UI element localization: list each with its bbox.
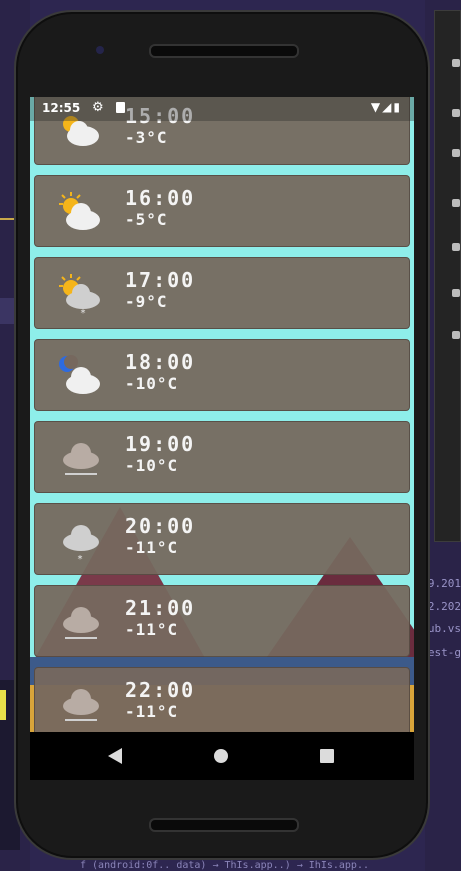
emulator-toolbar[interactable] bbox=[434, 10, 461, 542]
forecast-temp: -10°C bbox=[125, 456, 179, 475]
desktop-right-region: 9.201 2.202 ub.vs est-g bbox=[425, 0, 461, 871]
battery-icon: ▮ bbox=[393, 100, 402, 114]
forecast-time: 21:00 bbox=[125, 596, 196, 620]
forecast-temp: -11°C bbox=[125, 620, 179, 639]
phone-screen: 12:55 ⚙ ▼◢▮ 15:00 -3°C 16:00 -5°C * 17:0… bbox=[30, 97, 414, 780]
forecast-card[interactable]: * 17:00 -9°C bbox=[34, 257, 410, 329]
desktop-text-4: est-g bbox=[427, 646, 461, 659]
desktop-text-3: ub.vs bbox=[427, 622, 461, 635]
signal-icon: ◢ bbox=[382, 100, 394, 114]
forecast-card[interactable]: 19:00 -10°C bbox=[34, 421, 410, 493]
fog-icon bbox=[63, 689, 99, 721]
forecast-temp: -5°C bbox=[125, 210, 168, 229]
desktop-highlight-mark bbox=[0, 690, 6, 720]
forecast-card[interactable]: * 20:00 -11°C bbox=[34, 503, 410, 575]
home-icon[interactable] bbox=[214, 749, 228, 763]
forecast-time: 16:00 bbox=[125, 186, 196, 210]
forecast-time: 19:00 bbox=[125, 432, 196, 456]
forecast-time: 17:00 bbox=[125, 268, 196, 292]
forecast-time: 22:00 bbox=[125, 678, 196, 702]
recents-icon[interactable] bbox=[320, 749, 334, 763]
toolbar-volume-icon[interactable] bbox=[452, 109, 460, 117]
toolbar-rotate-icon[interactable] bbox=[452, 199, 460, 207]
svg-text:*: * bbox=[77, 554, 83, 564]
status-indicators: ▼◢▮ bbox=[371, 100, 402, 114]
toolbar-power-icon[interactable] bbox=[452, 59, 460, 67]
toolbar-back-icon[interactable] bbox=[452, 331, 460, 339]
moon-cloud-icon bbox=[59, 355, 100, 394]
toolbar-screenshot-icon[interactable] bbox=[452, 243, 460, 251]
navigation-bar bbox=[30, 732, 414, 780]
forecast-time: 18:00 bbox=[125, 350, 196, 374]
back-icon[interactable] bbox=[108, 748, 122, 764]
toolbar-volume-down-icon[interactable] bbox=[452, 149, 460, 157]
forecast-temp: -3°C bbox=[125, 128, 168, 147]
desktop-text-1: 9.201 bbox=[427, 577, 461, 590]
forecast-temp: -10°C bbox=[125, 374, 179, 393]
forecast-list[interactable]: 15:00 -3°C 16:00 -5°C * 17:00 -9°C 18:00… bbox=[30, 97, 414, 780]
forecast-card[interactable]: 22:00 -11°C bbox=[34, 667, 410, 739]
toolbar-zoom-icon[interactable] bbox=[452, 289, 460, 297]
status-bar: 12:55 ⚙ ▼◢▮ bbox=[30, 97, 414, 121]
sun-cloud-icon bbox=[59, 192, 100, 230]
bottom-speaker bbox=[149, 818, 299, 832]
cloud-snow-icon: * bbox=[63, 525, 99, 564]
wifi-icon: ▼ bbox=[370, 100, 383, 114]
forecast-time: 20:00 bbox=[125, 514, 196, 538]
sd-card-icon bbox=[116, 102, 125, 113]
fog-icon bbox=[63, 443, 99, 475]
forecast-temp: -11°C bbox=[125, 702, 179, 721]
forecast-card[interactable]: 18:00 -10°C bbox=[34, 339, 410, 411]
fog-icon bbox=[63, 607, 99, 639]
desktop-bottom-code: f (android:0f.. data) → ThIs.app..) → Ih… bbox=[80, 860, 369, 871]
svg-text:*: * bbox=[80, 308, 86, 318]
gear-icon: ⚙ bbox=[92, 100, 104, 115]
forecast-temp: -11°C bbox=[125, 538, 179, 557]
sun-cloud-snow-icon: * bbox=[59, 274, 100, 318]
top-speaker bbox=[149, 44, 299, 58]
forecast-temp: -9°C bbox=[125, 292, 168, 311]
camera-icon bbox=[96, 46, 104, 54]
phone-frame: 12:55 ⚙ ▼◢▮ 15:00 -3°C 16:00 -5°C * 17:0… bbox=[14, 10, 430, 860]
forecast-card[interactable]: 16:00 -5°C bbox=[34, 175, 410, 247]
status-time: 12:55 bbox=[42, 101, 81, 115]
forecast-card[interactable]: 21:00 -11°C bbox=[34, 585, 410, 657]
desktop-text-2: 2.202 bbox=[427, 600, 461, 613]
